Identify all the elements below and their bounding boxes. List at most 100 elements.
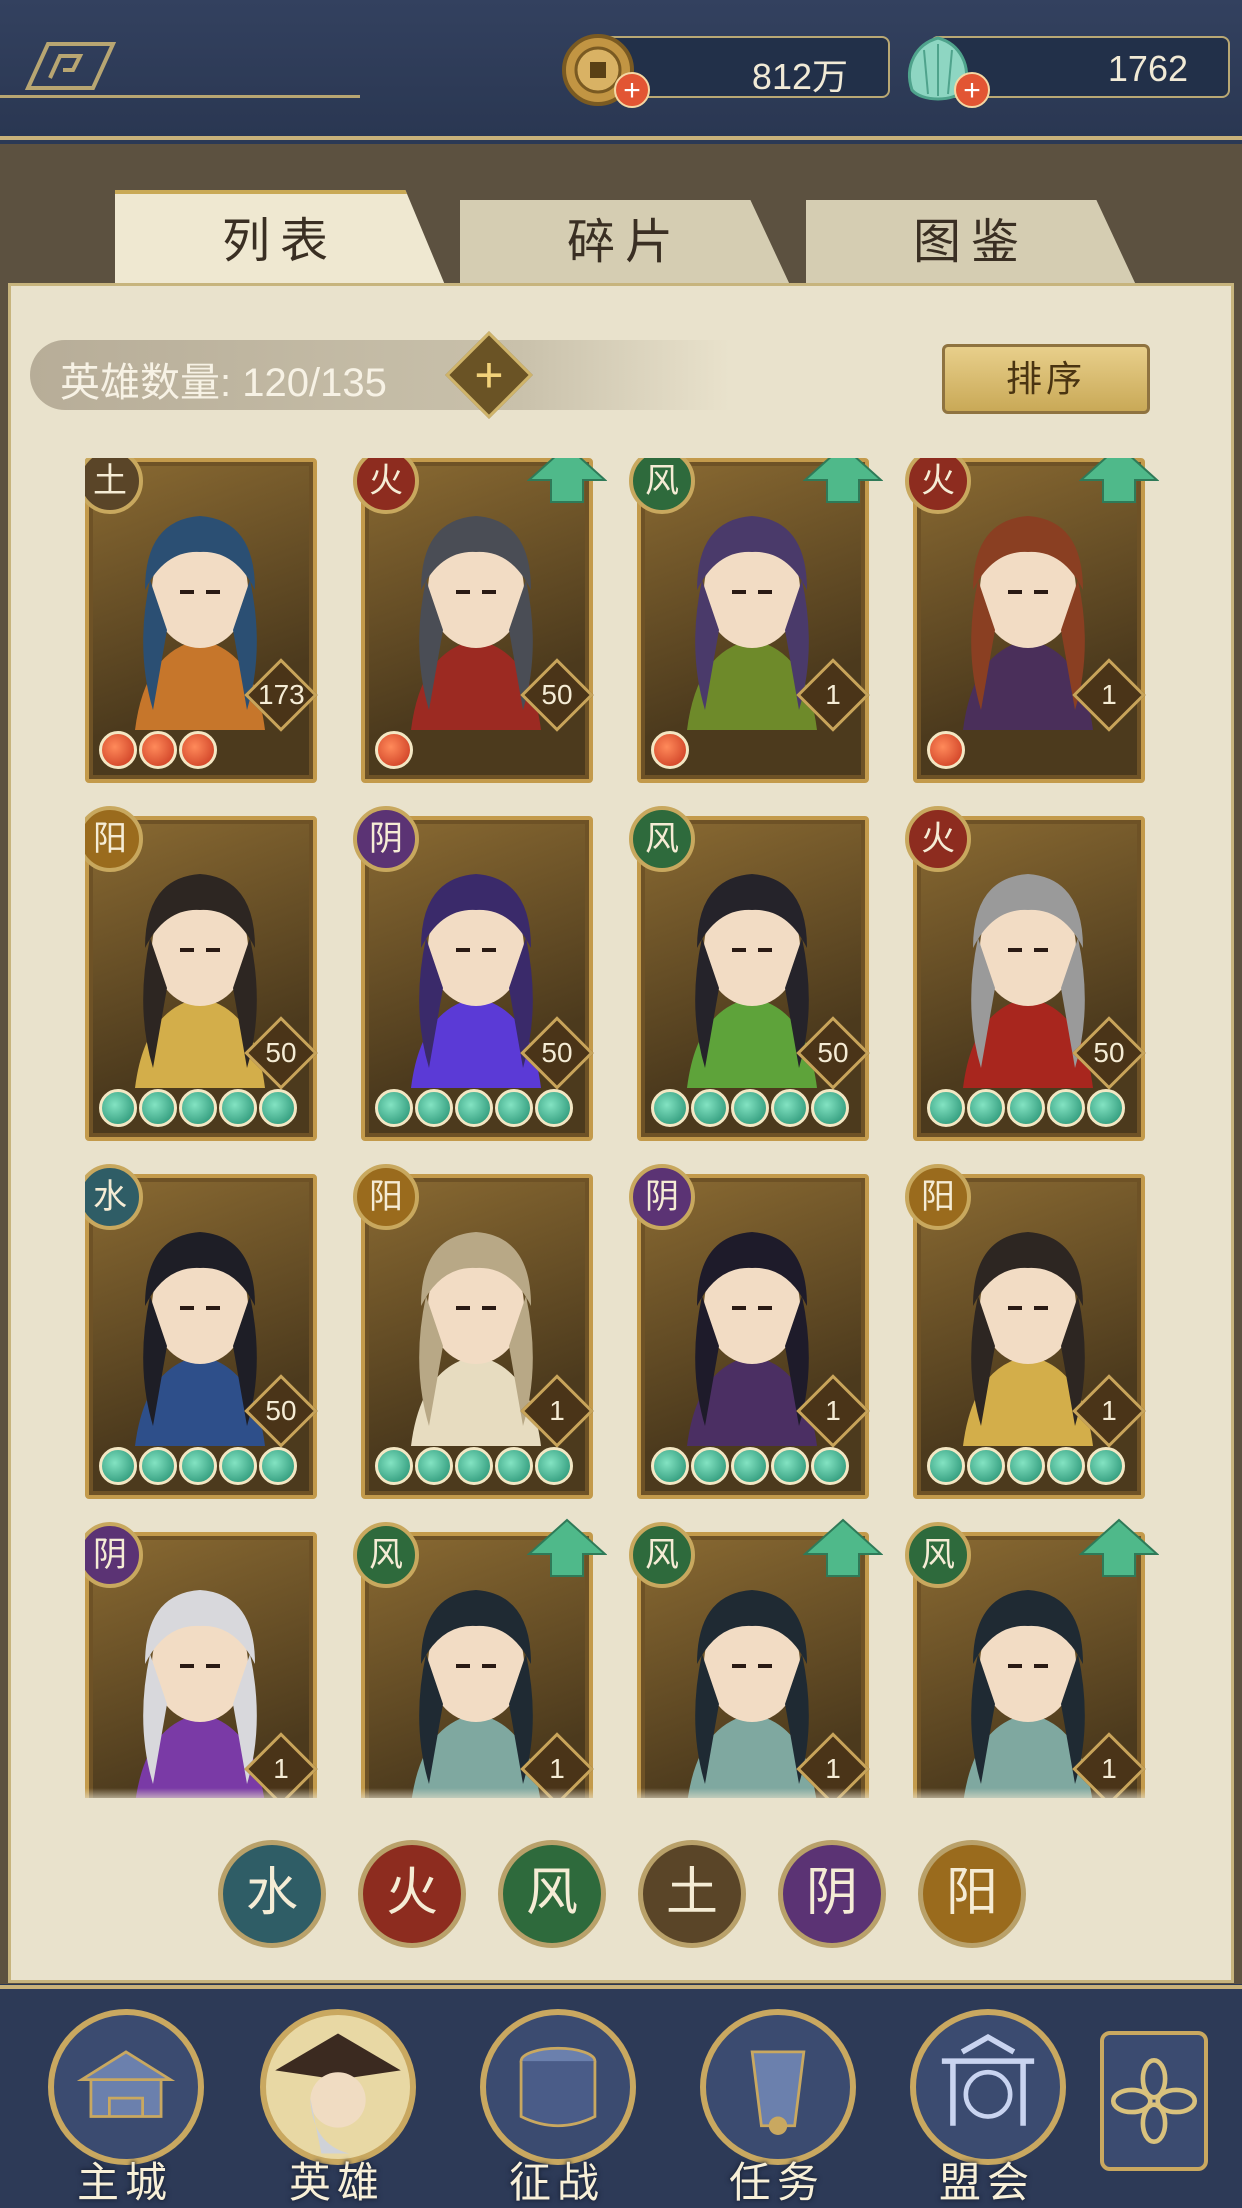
hero-level: 50	[541, 679, 573, 710]
star-orb-icon	[771, 1089, 809, 1127]
star-rank	[375, 1089, 573, 1131]
hero-card[interactable]: 风1	[353, 1518, 607, 1798]
add-coins-button[interactable]: +	[614, 72, 650, 108]
star-rank	[375, 1447, 573, 1489]
star-orb-icon	[99, 1089, 137, 1127]
hero-level: 1	[1101, 1395, 1117, 1426]
nav-main-city[interactable]: 主城	[40, 2009, 210, 2206]
top-bar: + 812万 + 1762	[0, 0, 1242, 140]
star-orb-icon	[691, 1447, 729, 1485]
element-badge: 风	[629, 806, 695, 872]
hero-level: 50	[817, 1037, 849, 1068]
war-drum-icon	[480, 2009, 636, 2165]
star-orb-icon	[1047, 1089, 1085, 1127]
sort-button[interactable]: 排序	[942, 344, 1150, 414]
flower-menu-icon	[1110, 2057, 1198, 2145]
nav-campaign[interactable]: 征战	[472, 2009, 642, 2206]
hero-card[interactable]: 水 50	[85, 1164, 318, 1499]
hero-card[interactable]: 阴1	[629, 1164, 870, 1499]
star-orb-icon	[927, 1447, 965, 1485]
gate-icon	[910, 2009, 1066, 2165]
hero-card[interactable]: 阳1	[353, 1164, 594, 1499]
star-orb-icon	[1087, 1447, 1125, 1485]
element-badge: 阴	[629, 1164, 695, 1230]
star-orb-icon	[731, 1447, 769, 1485]
star-orb-icon	[495, 1447, 533, 1485]
star-orb-icon	[99, 731, 137, 769]
star-orb-icon	[495, 1089, 533, 1127]
star-orb-icon	[811, 1447, 849, 1485]
tab-collection[interactable]: 图鉴	[806, 200, 1136, 285]
star-orb-icon	[259, 1089, 297, 1127]
hero-level: 1	[1101, 1753, 1117, 1784]
element-filter-button[interactable]: 阴	[778, 1840, 886, 1948]
star-orb-icon	[375, 731, 413, 769]
hero-card[interactable]: 风1	[629, 458, 883, 783]
star-orb-icon	[179, 1447, 217, 1485]
upgrade-arrow-icon	[803, 458, 883, 503]
star-rank	[99, 731, 217, 773]
more-menu-button[interactable]	[1100, 2031, 1208, 2171]
hero-count-label: 英雄数量: 120/135	[60, 361, 387, 405]
hero-level: 1	[549, 1395, 565, 1426]
hero-level: 50	[541, 1037, 573, 1068]
hero-level: 1	[1101, 679, 1117, 710]
star-orb-icon	[967, 1089, 1005, 1127]
hero-level: 1	[825, 1753, 841, 1784]
star-rank	[375, 731, 413, 773]
star-orb-icon	[219, 1447, 257, 1485]
element-filter-button[interactable]: 水	[218, 1840, 326, 1948]
add-gems-button[interactable]: +	[954, 72, 990, 108]
hero-card[interactable]: 阴 50	[353, 806, 594, 1141]
star-orb-icon	[927, 1089, 965, 1127]
hero-card[interactable]: 阳 50	[85, 806, 318, 1141]
star-orb-icon	[1087, 1089, 1125, 1127]
palace-icon	[48, 2009, 204, 2165]
gem-counter: + 1762	[908, 36, 1230, 108]
hero-level: 1	[549, 1753, 565, 1784]
divider	[0, 95, 360, 98]
hero-card[interactable]: 阳1	[905, 1164, 1146, 1499]
upgrade-arrow-icon	[527, 1518, 607, 1577]
hero-level: 173	[258, 679, 305, 710]
star-orb-icon	[219, 1089, 257, 1127]
plus-icon: +	[474, 347, 504, 403]
hero-card[interactable]: 火 50	[905, 806, 1146, 1141]
hero-card[interactable]: 火1	[905, 458, 1159, 783]
star-orb-icon	[651, 1089, 689, 1127]
element-filter-button[interactable]: 土	[638, 1840, 746, 1948]
star-orb-icon	[99, 1447, 137, 1485]
hero-level: 50	[265, 1395, 297, 1426]
hero-card[interactable]: 阴1	[85, 1522, 318, 1798]
hero-card[interactable]: 风 50	[629, 806, 870, 1141]
hero-card[interactable]: 风1	[905, 1518, 1159, 1798]
divider	[40, 1788, 1200, 1804]
back-emblem-icon[interactable]	[18, 38, 118, 94]
star-orb-icon	[455, 1447, 493, 1485]
hero-card[interactable]: 火 50	[353, 458, 607, 783]
hero-level: 1	[825, 679, 841, 710]
element-filter-button[interactable]: 阳	[918, 1840, 1026, 1948]
nav-tasks[interactable]: 任务	[692, 2009, 862, 2206]
nav-heroes[interactable]: 英雄	[252, 2009, 422, 2206]
star-rank	[927, 1447, 1125, 1489]
star-rank	[927, 731, 965, 773]
hero-level: 1	[825, 1395, 841, 1426]
hero-card[interactable]: 风1	[629, 1518, 883, 1798]
hero-card[interactable]: 土 173	[85, 458, 318, 783]
star-orb-icon	[139, 1447, 177, 1485]
star-orb-icon	[455, 1089, 493, 1127]
nav-alliance[interactable]: 盟会	[902, 2009, 1072, 2206]
star-orb-icon	[691, 1089, 729, 1127]
upgrade-arrow-icon	[527, 458, 607, 503]
tab-list[interactable]: 列表	[115, 190, 445, 285]
hero-level: 50	[1093, 1037, 1125, 1068]
star-orb-icon	[1047, 1447, 1085, 1485]
element-filter-button[interactable]: 风	[498, 1840, 606, 1948]
tab-fragments[interactable]: 碎片	[460, 200, 790, 285]
coin-counter: + 812万	[562, 34, 890, 108]
hero-level: 50	[265, 1037, 297, 1068]
star-orb-icon	[535, 1447, 573, 1485]
star-rank	[651, 1089, 849, 1131]
element-filter-button[interactable]: 火	[358, 1840, 466, 1948]
